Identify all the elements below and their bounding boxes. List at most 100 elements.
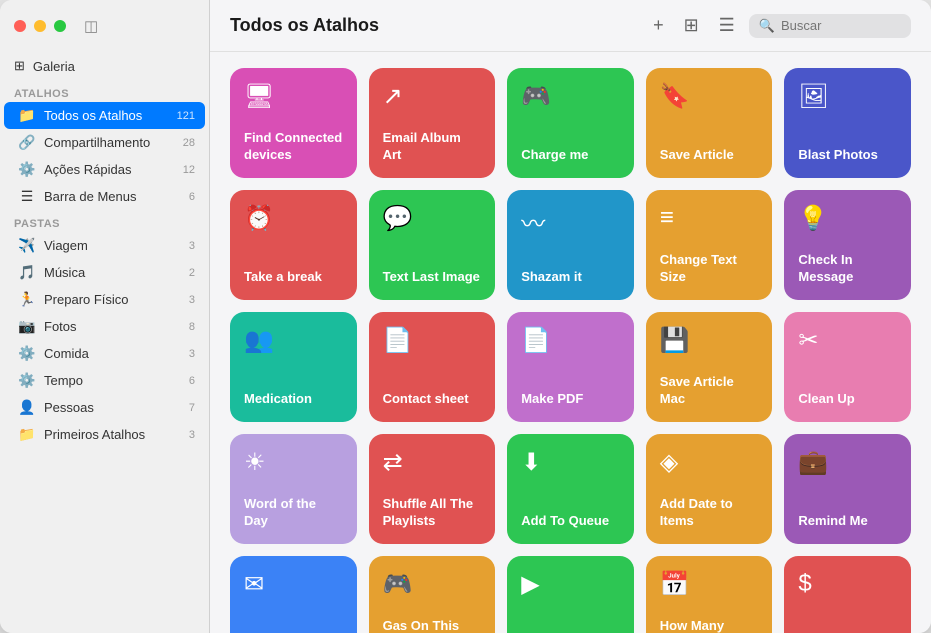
sidebar-item-label: Ações Rápidas: [44, 162, 131, 177]
sidebar-item-label: Barra de Menus: [44, 189, 137, 204]
card-label: Gas On This Street: [383, 618, 482, 633]
shortcut-card-make-pdf[interactable]: 📄 Make PDF: [507, 312, 634, 422]
card-icon: 🖼: [798, 82, 897, 111]
sidebar-item-icon: ⚙️: [18, 345, 36, 362]
card-icon: ↗: [383, 82, 482, 111]
sidebar-item-ações-rápidas[interactable]: ⚙️Ações Rápidas12: [4, 156, 205, 183]
shortcut-card-contact-sheet[interactable]: 📄Contact sheet: [369, 312, 496, 422]
shortcut-card-add-to-queue[interactable]: ⬇Add To Queue: [507, 434, 634, 544]
sidebar-item-badge: 2: [189, 267, 195, 279]
card-icon: ⏰: [244, 204, 343, 233]
sidebar-item-icon: 📁: [18, 426, 36, 443]
shortcut-card-email-myself[interactable]: ✉Email Myself: [230, 556, 357, 633]
sidebar-item-icon: 👤: [18, 399, 36, 416]
list-view-button[interactable]: ☰: [713, 11, 741, 40]
gallery-icon: ⊞: [14, 58, 25, 74]
sidebar-item-pessoas[interactable]: 👤Pessoas7: [4, 394, 205, 421]
shortcut-card-check-in-message[interactable]: 💡Check In Message: [784, 190, 911, 300]
shortcut-card-remind-me[interactable]: 💼Remind Me: [784, 434, 911, 544]
search-box: 🔍: [749, 14, 911, 38]
shortcut-card-calculate-tip[interactable]: $Calculate Tip: [784, 556, 911, 633]
sidebar-item-label: Viagem: [44, 238, 88, 253]
card-label: Take a break: [244, 269, 343, 286]
maximize-button[interactable]: [54, 20, 66, 32]
grid-view-button[interactable]: ⊞: [678, 11, 705, 40]
card-icon: ≡: [660, 204, 759, 232]
card-label: Save Article: [660, 147, 759, 164]
sidebar-item-primeiros-atalhos[interactable]: 📁Primeiros Atalhos3: [4, 421, 205, 448]
shortcut-card-email-album[interactable]: ↗ Email Album Art: [369, 68, 496, 178]
shortcut-card-gas-on-street[interactable]: 🎮Gas On This Street: [369, 556, 496, 633]
shortcuts-grid: 🖥Find Connected devices ↗ Email Album Art 🎮…: [210, 52, 931, 633]
sidebar-item-badge: 6: [189, 375, 195, 387]
search-input[interactable]: [781, 18, 901, 33]
sidebar-toggle-icon[interactable]: ◫: [84, 17, 98, 35]
gallery-label: Galeria: [33, 59, 75, 74]
card-label: How Many Days Until: [660, 618, 759, 633]
sidebar-item-compartilhamento[interactable]: 🔗Compartilhamento28: [4, 129, 205, 156]
sidebar-item-badge: 3: [189, 429, 195, 441]
shortcut-card-find-connected[interactable]: 🖥Find Connected devices: [230, 68, 357, 178]
card-label: Make PDF: [521, 391, 620, 408]
card-icon: ☀: [244, 448, 343, 477]
shortcut-card-blast-photos[interactable]: 🖼 Blast Photos: [784, 68, 911, 178]
sidebar-item-icon: 📷: [18, 318, 36, 335]
shortcut-card-change-text-size[interactable]: ≡ Change Text Size: [646, 190, 773, 300]
sidebar-item-música[interactable]: 🎵Música2: [4, 259, 205, 286]
card-icon: 👥: [244, 326, 343, 355]
card-label: Add To Queue: [521, 513, 620, 530]
sidebar-item-tempo[interactable]: ⚙️Tempo6: [4, 367, 205, 394]
shortcut-card-shuffle-playlists[interactable]: ⇄Shuffle All The Playlists: [369, 434, 496, 544]
sidebar-item-label: Comida: [44, 346, 89, 361]
sidebar-item-icon: ☰: [18, 188, 36, 205]
sidebar-item-barra-de-menus[interactable]: ☰Barra de Menus6: [4, 183, 205, 210]
sidebar-item-badge: 8: [189, 321, 195, 333]
card-icon: 🎮: [521, 82, 620, 111]
shortcut-card-medication[interactable]: 👥Medication: [230, 312, 357, 422]
minimize-button[interactable]: [34, 20, 46, 32]
shortcut-card-word-of-day[interactable]: ☀Word of the Day: [230, 434, 357, 544]
card-icon: 〰: [521, 204, 620, 239]
card-label: Email Album Art: [383, 130, 482, 164]
shortcut-card-take-break[interactable]: ⏰ Take a break: [230, 190, 357, 300]
shortcut-card-shazam[interactable]: 〰Shazam it: [507, 190, 634, 300]
sidebar-section-label: Pastas: [0, 210, 209, 232]
shortcut-card-add-date-items[interactable]: ◈ Add Date to Items: [646, 434, 773, 544]
card-label: Check In Message: [798, 252, 897, 286]
sidebar-item-fotos[interactable]: 📷Fotos8: [4, 313, 205, 340]
card-label: Clean Up: [798, 391, 897, 408]
card-label: Remind Me: [798, 513, 897, 530]
card-icon: 📄: [521, 326, 620, 355]
card-label: Save Article Mac: [660, 374, 759, 408]
shortcut-card-charge-me[interactable]: 🎮 Charge me: [507, 68, 634, 178]
card-icon: ▶: [521, 570, 620, 599]
shortcut-card-how-many-days[interactable]: 📅How Many Days Until: [646, 556, 773, 633]
sidebar-item-badge: 3: [189, 294, 195, 306]
shortcut-card-save-article-mac[interactable]: 💾Save Article Mac: [646, 312, 773, 422]
sidebar-item-gallery[interactable]: ⊞ Galeria: [0, 52, 209, 80]
card-icon: ✉: [244, 570, 343, 599]
sidebar-item-viagem[interactable]: ✈️Viagem3: [4, 232, 205, 259]
add-button[interactable]: +: [647, 11, 670, 40]
sidebar-item-todos-os-atalhos[interactable]: 📁Todos os Atalhos121: [4, 102, 205, 129]
shortcut-card-clean-up[interactable]: ✂Clean Up: [784, 312, 911, 422]
sidebar-item-icon: ⚙️: [18, 372, 36, 389]
sidebar-item-icon: ⚙️: [18, 161, 36, 178]
app-window: ◫ ⊞ Galeria Atalhos📁Todos os Atalhos121🔗…: [0, 0, 931, 633]
sidebar-item-comida[interactable]: ⚙️Comida3: [4, 340, 205, 367]
card-icon: ◈: [660, 448, 759, 477]
shortcut-card-sort-lines[interactable]: ▶Sort Lines: [507, 556, 634, 633]
shortcut-card-save-article[interactable]: 🔖Save Article: [646, 68, 773, 178]
card-label: Change Text Size: [660, 252, 759, 286]
card-label: Blast Photos: [798, 147, 897, 164]
card-label: Contact sheet: [383, 391, 482, 408]
card-label: Find Connected devices: [244, 130, 343, 164]
sidebar-item-icon: ✈️: [18, 237, 36, 254]
shortcut-card-text-last-image[interactable]: 💬Text Last Image: [369, 190, 496, 300]
header-actions: + ⊞ ☰ 🔍: [647, 11, 911, 40]
card-label: Charge me: [521, 147, 620, 164]
card-label: Add Date to Items: [660, 496, 759, 530]
sidebar-item-preparo-físico[interactable]: 🏃Preparo Físico3: [4, 286, 205, 313]
close-button[interactable]: [14, 20, 26, 32]
sidebar-item-icon: 📁: [18, 107, 36, 124]
